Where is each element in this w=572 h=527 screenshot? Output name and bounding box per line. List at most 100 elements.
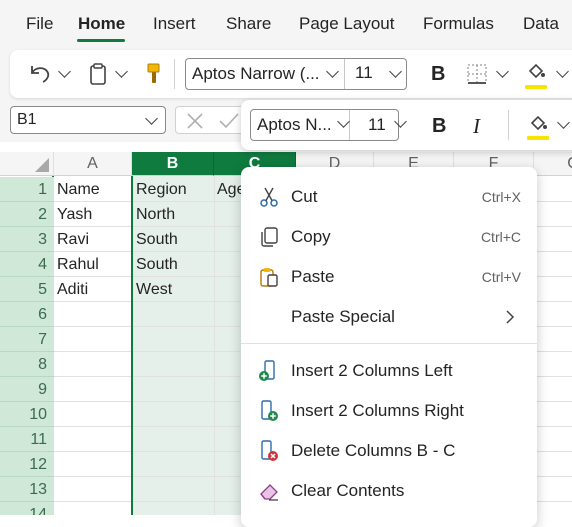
menu-item-copy[interactable]: Copy Ctrl+C [241,217,537,257]
mini-font-name-value: Aptos N... [257,115,332,134]
cell-b5[interactable]: West [133,277,214,302]
mini-bold-button[interactable]: B [432,115,446,138]
row-header-13[interactable]: 13 [0,477,54,502]
tab-file[interactable]: File [26,14,53,34]
cancel-entry-icon[interactable] [185,111,205,131]
active-tab-indicator [77,39,125,42]
formula-actions [175,106,245,134]
row-header-1[interactable]: 1 [0,177,54,202]
clipboard-icon[interactable] [88,62,108,86]
borders-icon[interactable] [466,63,488,85]
menu-item-clear-contents[interactable]: Clear Contents [241,471,537,511]
cell-a5[interactable]: Aditi [54,277,132,302]
menu-item-paste-special[interactable]: Paste Special [241,297,537,337]
menu-divider [241,343,537,344]
column-header-b[interactable]: B [132,152,214,176]
row-header-8[interactable]: 8 [0,352,54,377]
row-header-12[interactable]: 12 [0,452,54,477]
scissors-icon [260,187,278,207]
tab-data[interactable]: Data [523,14,559,34]
row-header-7[interactable]: 7 [0,327,54,352]
menu-item-delete-columns[interactable]: Delete Columns B - C [241,431,537,471]
cell-b1[interactable]: Region [133,177,214,202]
row-header-10[interactable]: 10 [0,402,54,427]
cell-b4[interactable]: South [133,252,214,277]
select-all-triangle-icon [35,158,49,172]
clipboard-dropdown-icon[interactable] [115,65,128,78]
insert-columns-left-icon [259,360,275,381]
menu-item-label: Copy [291,227,331,246]
menu-item-cut[interactable]: Cut Ctrl+X [241,177,537,217]
tab-formulas[interactable]: Formulas [423,14,494,34]
context-menu: Cut Ctrl+X Copy Ctrl+C Paste Ctrl+V Past… [241,167,537,527]
gridline [214,176,215,515]
ribbon-toolbar: Aptos Narrow (... 11 B [10,50,572,98]
chevron-right-icon [506,310,515,324]
tab-home[interactable]: Home [78,14,125,34]
menu-item-label: Clear Contents [291,481,405,500]
menu-item-label: Insert 2 Columns Right [291,401,464,420]
tab-insert[interactable]: Insert [153,14,196,34]
undo-dropdown-icon[interactable] [58,65,71,78]
name-box[interactable]: B1 [10,106,166,134]
mini-toolbar: Aptos N... 11 B I [241,100,572,150]
menu-item-shortcut: Ctrl+X [481,189,521,205]
column-header-g[interactable]: G [534,152,572,176]
cell-a3[interactable]: Ravi [54,227,132,252]
row-header-6[interactable]: 6 [0,302,54,327]
copy-icon [261,227,278,247]
row-header-4[interactable]: 4 [0,252,54,277]
menu-item-label: Paste [291,267,335,286]
eraser-icon [260,484,278,501]
mini-fill-color-dropdown-icon[interactable] [557,116,570,129]
ribbon-separator [174,59,175,89]
mini-separator [508,110,509,140]
mini-italic-button[interactable]: I [473,114,480,139]
fill-color-dropdown-icon[interactable] [556,65,569,78]
row-header-5[interactable]: 5 [0,277,54,302]
confirm-entry-icon[interactable] [218,111,240,131]
menu-item-label: Paste Special [291,307,395,326]
tab-share[interactable]: Share [226,14,271,34]
format-painter-icon[interactable] [145,62,163,86]
row-header-3[interactable]: 3 [0,227,54,252]
delete-columns-icon [261,440,278,461]
bold-button[interactable]: B [431,63,445,86]
menu-item-label: Delete Columns B - C [291,441,456,460]
tab-page-layout[interactable]: Page Layout [299,14,394,34]
font-name-select[interactable]: Aptos Narrow (... [185,58,407,90]
row-header-9[interactable]: 9 [0,377,54,402]
menu-item-label: Insert 2 Columns Left [291,361,453,380]
mini-font-size-value[interactable]: 11 [368,115,386,135]
font-box-divider [344,59,345,89]
menu-item-shortcut: Ctrl+V [481,269,521,285]
menu-item-label: Cut [291,187,318,206]
column-header-a[interactable]: A [54,152,132,176]
insert-columns-right-icon [261,400,278,421]
paste-icon [260,268,278,287]
fill-color-icon[interactable] [525,61,547,83]
borders-dropdown-icon[interactable] [496,65,509,78]
cell-a4[interactable]: Rahul [54,252,132,277]
mini-font-box-divider [349,110,350,140]
cell-a2[interactable]: Yash [54,202,132,227]
row-header-14[interactable]: 14 [0,502,54,515]
menu-item-paste[interactable]: Paste Ctrl+V [241,257,537,297]
cell-a1[interactable]: Name [54,177,132,202]
cell-b2[interactable]: North [133,202,214,227]
menu-item-insert-columns-left[interactable]: Insert 2 Columns Left [241,351,537,391]
row-header-2[interactable]: 2 [0,202,54,227]
font-name-value: Aptos Narrow (... [192,64,320,83]
select-all-corner[interactable] [0,152,54,176]
undo-icon[interactable] [28,63,52,85]
row-header-11[interactable]: 11 [0,427,54,452]
ribbon-tabs: File Home Insert Share Page Layout Formu… [0,0,572,46]
menu-item-shortcut: Ctrl+C [480,229,521,245]
cell-b3[interactable]: South [133,227,214,252]
cell-c1[interactable]: Age [214,177,244,202]
mini-fill-color-icon[interactable] [527,113,549,135]
fill-color-swatch [525,85,547,89]
font-size-value[interactable]: 11 [355,63,373,83]
mini-fill-color-swatch [527,136,549,140]
menu-item-insert-columns-right[interactable]: Insert 2 Columns Right [241,391,537,431]
